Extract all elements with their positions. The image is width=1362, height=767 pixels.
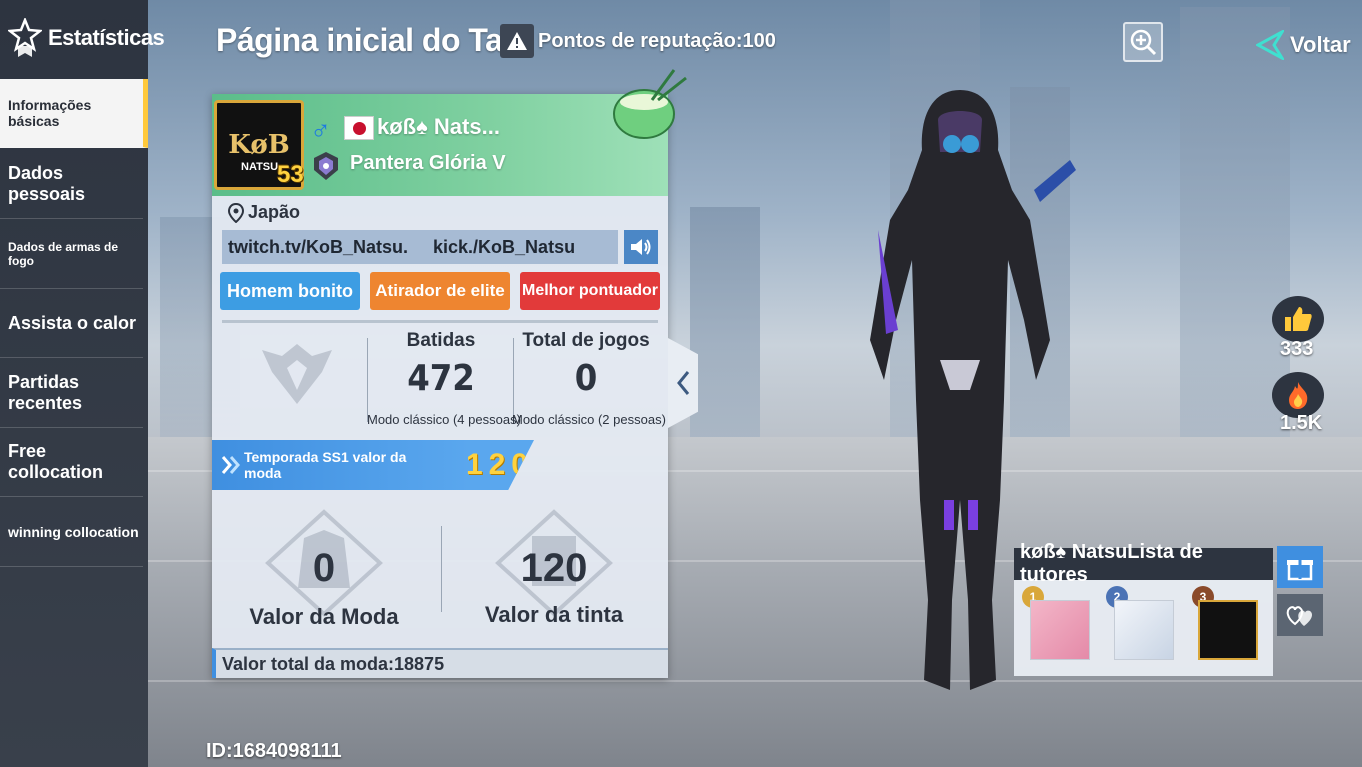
profile-card: KøB NATSU 53 ♂ køß♠ Nats... Pantera Glór… [212, 69, 687, 678]
coconut-drink-icon [613, 69, 687, 139]
player-level: 53 [277, 161, 304, 188]
sidebar-item-firearm-data[interactable]: Dados de armas de fogo [0, 220, 143, 289]
sidebar-item-label: Informações básicas [8, 97, 92, 129]
back-arrow-icon [1256, 30, 1284, 60]
zoom-button[interactable] [1123, 22, 1163, 62]
tag-top-scorer[interactable]: Melhor pontuador [520, 272, 660, 310]
reputation-text: Pontos de reputação:100 [538, 29, 776, 52]
sidebar-item-label: winning collocation [8, 524, 139, 540]
season-value: 120 [465, 448, 534, 481]
japan-flag-icon [344, 116, 374, 140]
fashion-label: Valor da Moda [249, 604, 399, 629]
gift-icon [1287, 560, 1313, 581]
mentor-avatar-1[interactable] [1030, 600, 1090, 660]
flame-icon [1289, 382, 1308, 409]
sidebar-item-label: Dados pessoais [8, 163, 86, 204]
sidebar-item-label: Assista o calor [8, 312, 137, 333]
voice-button[interactable] [624, 230, 658, 264]
sidebar-item-personal-data[interactable]: Dados pessoais [0, 150, 143, 219]
fashion-value: 0 [312, 546, 336, 590]
mentor-avatar-3[interactable] [1198, 600, 1258, 660]
eagle-emblem-icon [262, 344, 332, 404]
location-text: Japão [248, 202, 301, 222]
mentor-list: køß♠ NatsuLista de tutores 1 2 3 [1014, 541, 1273, 676]
back-button[interactable]: Voltar [1256, 30, 1351, 60]
location: Japão [228, 202, 300, 223]
kills-value: 472 [407, 358, 475, 399]
double-heart-icon [1286, 606, 1312, 626]
thumbs-up-icon [1285, 307, 1312, 331]
season-label: Temporada SS1 valor da moda [244, 449, 407, 481]
page-title: Página inicial do Ta [216, 22, 503, 58]
mentor-avatar-2[interactable] [1114, 600, 1174, 660]
speaker-icon [631, 239, 651, 255]
chevron-left-icon [677, 371, 690, 395]
like-button[interactable] [1272, 296, 1324, 342]
total-fashion-value: Valor total da moda:18875 [212, 648, 668, 678]
social-links[interactable]: twitch.tv/KoB_Natsu. kick./KoB_Natsu [222, 230, 618, 264]
reputation-indicator[interactable]: Pontos de reputação:100 [500, 24, 776, 58]
sidebar-item-recent-matches[interactable]: Partidas recentes [0, 359, 143, 428]
season-fashion-bar: Temporada SS1 valor da moda 120 [212, 440, 534, 490]
location-pin-icon [228, 202, 244, 223]
paint-value: 120 [520, 546, 588, 590]
sidebar-item-basic-info[interactable]: Informações básicas [0, 79, 148, 148]
double-chevron-icon [221, 456, 240, 474]
warning-icon [500, 24, 534, 58]
gift-button[interactable] [1277, 546, 1323, 588]
games-value: 0 [574, 358, 598, 399]
sidebar-item-watch-heat[interactable]: Assista o calor [0, 289, 143, 358]
games-title: Total de jogos [522, 330, 650, 351]
games-mode: Modo clássico (2 pessoas) [512, 412, 666, 427]
zoom-in-icon [1130, 29, 1157, 56]
sidebar-title: Estatísticas [48, 25, 165, 50]
stats-divider [513, 338, 514, 422]
male-icon: ♂ [310, 114, 331, 145]
sidebar-item-winning-collocation[interactable]: winning collocation [0, 498, 143, 567]
sidebar-item-label: Free collocation [8, 441, 104, 482]
kills-mode: Modo clássico (4 pessoas) [367, 412, 521, 427]
kills-title: Batidas [406, 330, 476, 351]
player-name: køß♠ Nats... [377, 114, 500, 139]
avatar-badge-text: KøB [228, 130, 290, 160]
sidebar-header: Estatísticas [6, 16, 165, 58]
sidebar-item-label: Dados de armas de fogo [8, 240, 119, 268]
star-ribbon-icon [6, 16, 44, 58]
divider [222, 320, 658, 323]
sidebar-item-free-collocation[interactable]: Free collocation [0, 428, 143, 497]
avatar[interactable]: KøB NATSU 53 [214, 100, 304, 190]
profile-header: KøB NATSU 53 ♂ køß♠ Nats... Pantera Glór… [212, 69, 687, 196]
tag-elite-shooter[interactable]: Atirador de elite [370, 272, 510, 310]
rank-emblem-icon [310, 150, 342, 182]
sidebar-item-label: Partidas recentes [8, 372, 83, 413]
like-count: 333 [1280, 338, 1314, 360]
rank-name: Pantera Glória V [350, 152, 506, 174]
heat-count: 1.5K [1280, 412, 1323, 434]
stats-sidebar: Estatísticas Informações básicas Dados p… [0, 0, 165, 767]
player-id: ID:1684098111 [206, 740, 342, 762]
mentor-list-title: køß♠ NatsuLista de tutores [1014, 541, 1273, 586]
fashion-divider [441, 526, 442, 612]
paint-label: Valor da tinta [484, 602, 624, 627]
heart-button[interactable] [1277, 594, 1323, 636]
tag-handsome[interactable]: Homem bonito [220, 272, 360, 310]
avatar-badge-sub: NATSU [241, 161, 279, 173]
stats-divider [367, 338, 368, 422]
back-label: Voltar [1290, 32, 1351, 57]
